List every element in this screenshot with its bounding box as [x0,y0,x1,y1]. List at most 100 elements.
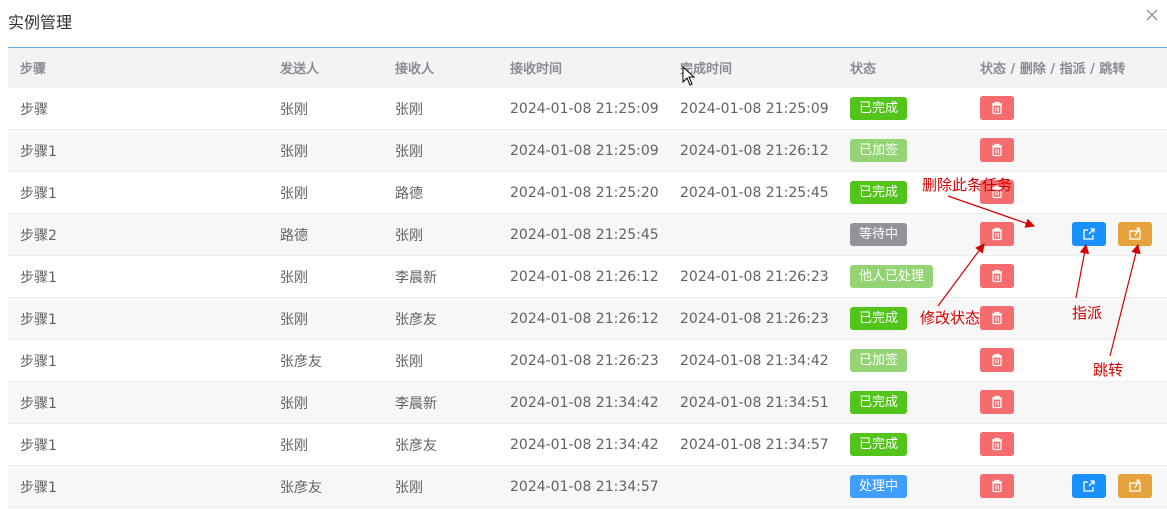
status-cell: 已加签 [850,130,908,171]
table-row: 步骤1 张刚 李晨新 2024-01-08 21:34:42 2024-01-08 21… [8,382,1167,424]
status-badge: 已完成 [850,97,908,120]
annotation-delete: 删除此条任务 [922,176,1013,194]
receiver-cell: 张刚 [395,479,423,496]
step-cell: 步骤 [20,101,48,118]
status-cell: 他人已处理 [850,256,934,297]
status-badge: 已完成 [850,307,908,330]
received-time-cell: 2024-01-08 21:26:23 [510,352,659,369]
receiver-cell: 李晨新 [395,269,437,286]
column-header-step: 步骤 [20,62,47,77]
table-row: 步骤1 张彦友 张刚 2024-01-08 21:26:23 2024-01-08 21… [8,340,1167,382]
status-badge: 他人已处理 [850,265,934,288]
received-time-cell: 2024-01-08 21:25:09 [510,142,659,159]
trash-icon [992,227,1002,241]
table-header: 步骤 发送人 接收人 接收时间 完成时间 状态 状态 / 删除 / 指派 / 跳… [8,48,1167,88]
table-row: 步骤1 张刚 张彦友 2024-01-08 21:34:42 2024-01-08 21… [8,424,1167,466]
sender-cell: 张刚 [280,395,308,412]
step-cell: 步骤1 [20,479,57,496]
received-time-cell: 2024-01-08 21:25:09 [510,100,659,117]
delete-button[interactable] [980,264,1014,288]
sender-cell: 张彦友 [280,479,322,496]
annotation-jump: 跳转 [1093,361,1124,379]
received-time-cell: 2024-01-08 21:34:57 [510,478,659,495]
annotation-assign: 指派 [1072,304,1103,322]
step-cell: 步骤1 [20,353,57,370]
receiver-cell: 路德 [395,185,423,202]
column-header-actions: 状态 / 删除 / 指派 / 跳转 [980,62,1126,77]
column-header-received-time: 接收时间 [510,62,563,77]
external-link-icon [1083,228,1095,240]
dialog-title: 实例管理 [8,13,73,32]
status-badge: 已完成 [850,391,908,414]
status-badge: 已完成 [850,433,908,456]
step-cell: 步骤1 [20,395,57,412]
external-link-icon [1083,480,1095,492]
dialog-header: 实例管理 [0,0,1167,48]
column-header-receiver: 接收人 [395,62,435,77]
table-row: 步骤1 张彦友 张刚 2024-01-08 21:34:57 处理中 [8,466,1167,508]
completed-time-cell: 2024-01-08 21:34:42 [680,352,829,369]
received-time-cell: 2024-01-08 21:25:45 [510,226,659,243]
share-icon [1129,227,1141,240]
jump-button[interactable] [1118,474,1152,498]
status-cell: 已完成 [850,298,908,339]
sender-cell: 张刚 [280,437,308,454]
column-header-status: 状态 [850,62,877,77]
completed-time-cell: 2024-01-08 21:34:51 [680,394,829,411]
delete-button[interactable] [980,306,1014,330]
mouse-cursor-icon [682,66,696,86]
jump-button[interactable] [1118,222,1152,246]
completed-time-cell: 2024-01-08 21:25:09 [680,100,829,117]
receiver-cell: 张刚 [395,101,423,118]
delete-button[interactable] [980,474,1014,498]
receiver-cell: 张刚 [395,227,423,244]
received-time-cell: 2024-01-08 21:34:42 [510,394,659,411]
status-cell: 已完成 [850,424,908,465]
share-icon [1129,479,1141,492]
assign-button[interactable] [1072,222,1106,246]
receiver-cell: 李晨新 [395,395,437,412]
table-body: 步骤 张刚 张刚 2024-01-08 21:25:09 2024-01-08 21:2… [8,88,1167,508]
completed-time-cell: 2024-01-08 21:25:45 [680,184,829,201]
step-cell: 步骤1 [20,269,57,286]
completed-time-cell: 2024-01-08 21:34:57 [680,436,829,453]
sender-cell: 路德 [280,227,308,244]
trash-icon [992,101,1002,115]
receiver-cell: 张刚 [395,143,423,160]
table-row: 步骤1 张刚 张彦友 2024-01-08 21:26:12 2024-01-08 21… [8,298,1167,340]
annotation-edit: 修改状态 [920,309,981,327]
status-badge: 等待中 [850,223,908,246]
close-icon[interactable] [1145,8,1159,22]
delete-button[interactable] [980,432,1014,456]
receiver-cell: 张彦友 [395,437,437,454]
status-cell: 已加签 [850,340,908,381]
delete-button[interactable] [980,138,1014,162]
delete-button[interactable] [980,390,1014,414]
status-cell: 已完成 [850,172,908,213]
delete-button[interactable] [980,96,1014,120]
status-badge: 处理中 [850,475,908,498]
trash-icon [992,311,1002,325]
delete-button[interactable] [980,222,1014,246]
sender-cell: 张刚 [280,101,308,118]
trash-icon [992,143,1002,157]
sender-cell: 张刚 [280,269,308,286]
step-cell: 步骤1 [20,311,57,328]
status-badge: 已加签 [850,349,908,372]
trash-icon [992,269,1002,283]
column-header-sender: 发送人 [280,62,320,77]
status-cell: 等待中 [850,214,908,255]
completed-time-cell: 2024-01-08 21:26:12 [680,142,829,159]
sender-cell: 张刚 [280,311,308,328]
received-time-cell: 2024-01-08 21:25:20 [510,184,659,201]
receiver-cell: 张彦友 [395,311,437,328]
delete-button[interactable] [980,348,1014,372]
table-row: 步骤1 张刚 张刚 2024-01-08 21:25:09 2024-01-08 21:… [8,130,1167,172]
completed-time-cell: 2024-01-08 21:26:23 [680,268,829,285]
status-cell: 处理中 [850,466,908,507]
assign-button[interactable] [1072,474,1106,498]
received-time-cell: 2024-01-08 21:34:42 [510,436,659,453]
step-cell: 步骤1 [20,185,57,202]
sender-cell: 张刚 [280,185,308,202]
status-badge: 已加签 [850,139,908,162]
